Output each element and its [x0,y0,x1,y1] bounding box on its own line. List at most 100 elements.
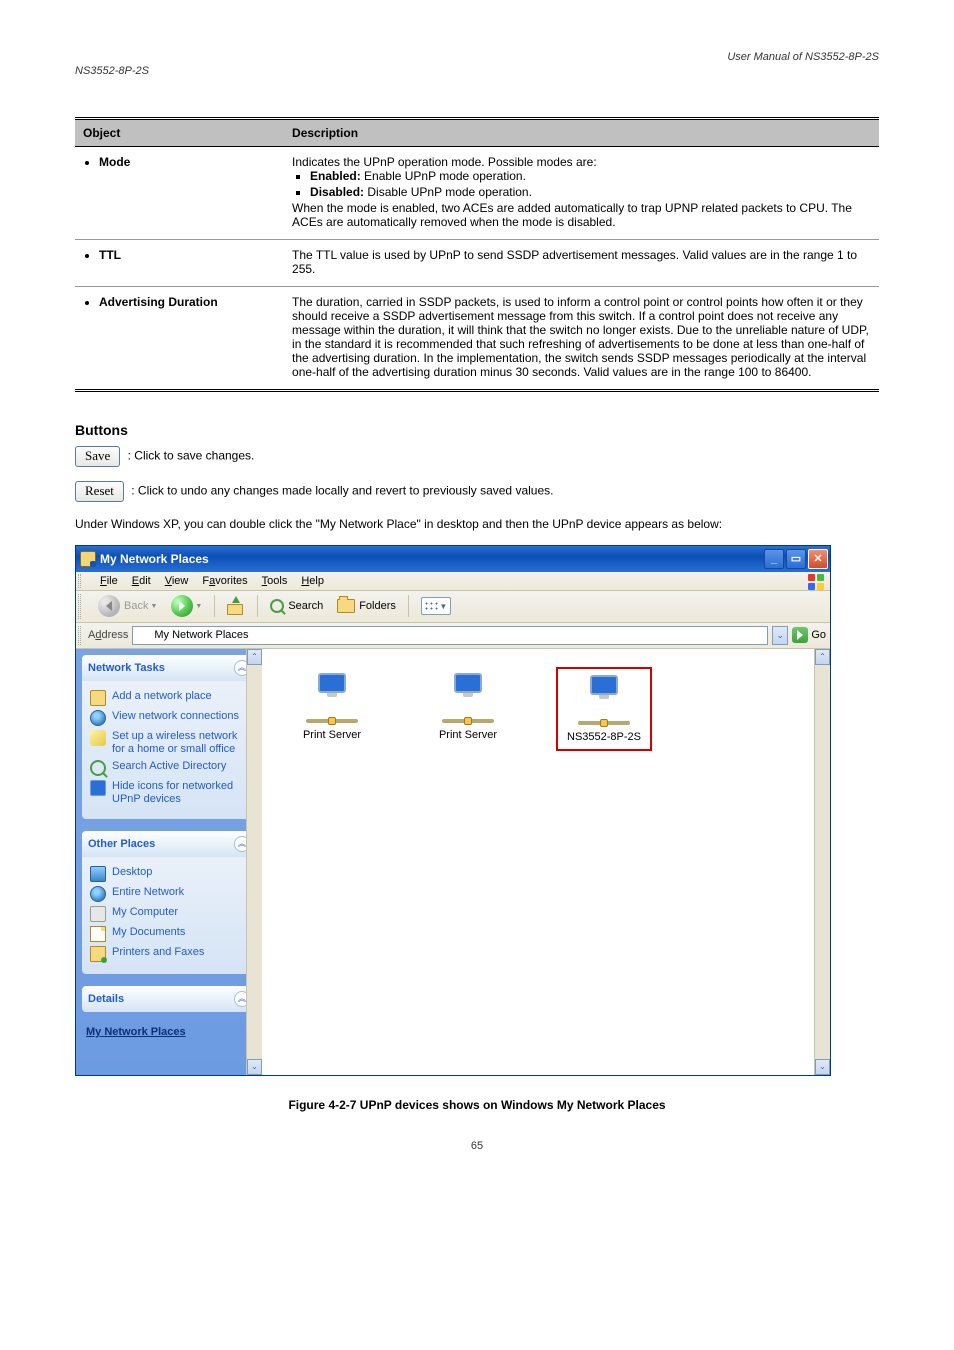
chevron-down-icon: ▼ [195,603,202,610]
menu-help[interactable]: Help [301,575,324,587]
address-label: Address [88,629,128,641]
menu-view[interactable]: View [165,575,189,587]
back-button[interactable]: Back ▼ [94,594,161,618]
device-switch[interactable]: ⌄ NS3552-8P-2S [556,667,652,751]
network-places-icon [136,629,150,642]
windows-logo-icon [808,574,826,592]
sidebar-item-hide-upnp[interactable]: Hide icons for networked UPnP devices [90,780,248,806]
separator-icon [408,595,409,617]
scroll-up-icon[interactable]: ⌃ [815,649,830,665]
row-adv-desc: The duration, carried in SSDP packets, i… [284,287,879,391]
wizard-icon [90,730,106,746]
back-icon [98,595,120,617]
address-input[interactable]: My Network Places [132,626,768,645]
sidebar-item-entire-net[interactable]: Entire Network [90,886,248,902]
addrbar-grip-icon [78,626,81,645]
minimize-button[interactable]: _ [764,549,784,569]
network-tasks-panel: Network Tasks ︽ Add a network place View… [82,655,256,819]
th-object: Object [75,119,284,147]
sidebar-item-desktop[interactable]: Desktop [90,866,248,882]
buttons-heading: Buttons [75,422,879,438]
sidebar-item-view-conn[interactable]: View network connections [90,710,248,726]
row-mode-label: Mode [75,147,284,240]
explorer-window: My Network Places _ ▭ ✕ File Edit View F… [75,545,831,1076]
details-subtitle: My Network Places [82,1024,256,1040]
toolbar-grip-icon [78,594,81,619]
network-device-icon: ⌄ [304,673,360,721]
sidebar-item-wireless[interactable]: Set up a wireless network for a home or … [90,730,248,756]
computer-icon [90,906,106,922]
details-panel: Details ︽ [82,986,256,1012]
doc-model: NS3552-8P-2S [75,65,149,77]
titlebar[interactable]: My Network Places _ ▭ ✕ [76,546,830,572]
device-print-server-2[interactable]: ⌄ Print Server [420,667,516,741]
sidebar: Network Tasks ︽ Add a network place View… [76,649,262,1075]
reset-text: : Click to undo any changes made locally… [131,484,553,498]
sidebar-scrollbar[interactable]: ⌃ ⌄ [246,649,262,1075]
sidebar-item-my-documents[interactable]: My Documents [90,926,248,942]
chevron-down-icon: ▼ [150,603,157,610]
folder-up-icon [227,597,245,615]
address-dropdown[interactable]: ⌄ [772,626,788,645]
content-scrollbar[interactable]: ⌃ ⌄ [814,649,830,1075]
maximize-button[interactable]: ▭ [786,549,806,569]
scroll-down-icon[interactable]: ⌄ [815,1059,830,1075]
menu-edit[interactable]: Edit [132,575,151,587]
menubar-grip-icon [78,574,81,588]
sidebar-item-printers[interactable]: Printers and Faxes [90,946,248,962]
separator-icon [257,595,258,617]
up-button[interactable] [223,596,249,616]
separator-icon [214,595,215,617]
sidebar-item-my-computer[interactable]: My Computer [90,906,248,922]
content-area: ⌄ Print Server ⌄ Print Server ⌄ NS3552-8… [262,649,830,1075]
reset-button[interactable]: Reset [75,481,124,502]
other-places-panel: Other Places ︽ Desktop Entire Network My… [82,831,256,974]
toolbar: Back ▼ ▼ Search Folders ▼ [76,591,830,623]
forward-button[interactable]: ▼ [167,594,206,618]
folders-button[interactable]: Folders [333,598,400,614]
menubar: File Edit View Favorites Tools Help [76,572,830,591]
window-title: My Network Places [96,552,764,566]
go-arrow-icon [792,627,808,643]
menu-favorites[interactable]: Favorites [202,575,247,587]
menu-file[interactable]: File [100,575,118,587]
documents-icon [90,926,106,942]
row-adv-label: Advertising Duration [75,287,284,391]
globe-icon [90,710,106,726]
th-desc: Description [284,119,879,147]
row-ttl-desc: The TTL value is used by UPnP to send SS… [284,240,879,287]
search-icon [270,599,284,613]
address-bar: Address My Network Places ⌄ Go [76,623,830,649]
view-grid-icon: ▼ [421,597,451,615]
config-table: Object Description Mode Indicates the UP… [75,117,879,392]
view-mode-button[interactable]: ▼ [417,596,455,616]
search-button[interactable]: Search [266,598,327,614]
network-device-icon: ⌄ [576,675,632,723]
go-button[interactable]: Go [792,627,826,643]
save-text: : Click to save changes. [128,449,255,463]
menu-tools[interactable]: Tools [262,575,288,587]
network-device-icon: ⌄ [440,673,496,721]
search-icon [90,760,106,776]
desktop-icon [90,866,106,882]
printer-icon [90,946,106,962]
doc-title: User Manual of NS3552-8P-2S [727,51,879,63]
device-print-server-1[interactable]: ⌄ Print Server [284,667,380,741]
row-ttl-label: TTL [75,240,284,287]
scroll-up-icon[interactable]: ⌃ [247,649,262,665]
page-number: 65 [75,1140,879,1152]
sidebar-item-search-ad[interactable]: Search Active Directory [90,760,248,776]
close-button[interactable]: ✕ [808,549,828,569]
sidebar-item-add-place[interactable]: Add a network place [90,690,248,706]
scroll-down-icon[interactable]: ⌄ [247,1059,262,1075]
device-icon [90,780,106,796]
globe-icon [90,886,106,902]
network-places-icon [80,551,96,567]
folder-add-icon [90,690,106,706]
figure-caption: Figure 4-2-7 UPnP devices shows on Windo… [75,1098,879,1112]
save-button[interactable]: Save [75,446,120,467]
folders-icon [337,599,355,613]
instruction-note: Under Windows XP, you can double click t… [75,516,879,533]
forward-icon [171,595,193,617]
row-mode-desc: Indicates the UPnP operation mode. Possi… [284,147,879,240]
